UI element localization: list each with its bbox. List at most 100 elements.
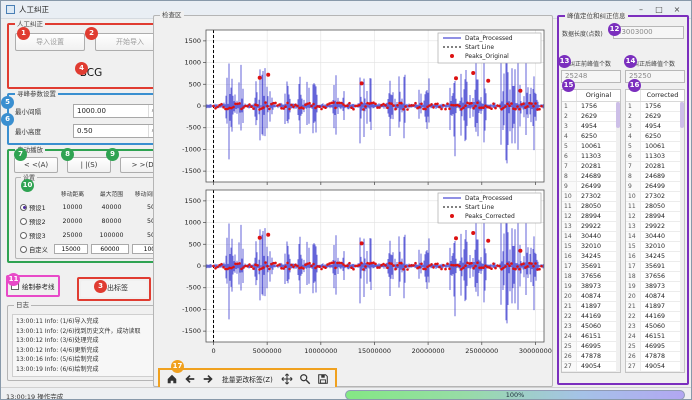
table-row[interactable]: 1128050 — [626, 202, 684, 212]
svg-text:1500: 1500 — [184, 37, 201, 45]
scrollbar-thumb[interactable] — [616, 102, 620, 128]
table-row[interactable]: 1938973 — [562, 282, 620, 292]
table-row[interactable]: 2546995 — [562, 342, 620, 352]
corrected-peaks-table[interactable]: Corrected1175622629349544625051006161130… — [625, 89, 685, 373]
table-scrollbar[interactable] — [680, 102, 684, 372]
table-row[interactable]: 611303 — [626, 152, 684, 162]
table-row[interactable]: 2749054 — [562, 362, 620, 372]
table-row[interactable]: 2749054 — [626, 362, 684, 372]
table-row[interactable]: 1329922 — [562, 222, 620, 232]
table-row[interactable]: 510061 — [626, 142, 684, 152]
table-row[interactable]: 1027302 — [626, 192, 684, 202]
table-row[interactable]: 1430440 — [626, 232, 684, 242]
table-row[interactable]: 1430440 — [562, 232, 620, 242]
table-row[interactable]: 1634245 — [562, 252, 620, 262]
back-arrow-icon[interactable] — [183, 372, 197, 386]
table-row[interactable]: 1532010 — [626, 242, 684, 252]
min-height-value[interactable]: 0.50 — [74, 125, 148, 137]
table-row[interactable]: 11756 — [562, 102, 620, 112]
radio-icon[interactable] — [20, 204, 27, 211]
peak-value: 40874 — [641, 292, 684, 301]
table-row[interactable]: 2141897 — [626, 302, 684, 312]
table-row[interactable]: 1735691 — [562, 262, 620, 272]
table-row[interactable]: 34954 — [626, 122, 684, 132]
plots-svg[interactable]: 150010005000-500-1000-1500Data_Processed… — [156, 24, 552, 364]
table-row[interactable]: 720281 — [562, 162, 620, 172]
preset-radio-row[interactable]: 预设2 — [18, 217, 54, 226]
table-row[interactable]: 2040874 — [562, 292, 620, 302]
table-row[interactable]: 1228994 — [562, 212, 620, 222]
table-row[interactable]: 1228994 — [626, 212, 684, 222]
table-row[interactable]: 2141897 — [562, 302, 620, 312]
table-row[interactable]: 1532010 — [562, 242, 620, 252]
peak-value: 6250 — [641, 132, 684, 141]
table-row[interactable]: 2244169 — [562, 312, 620, 322]
minimize-button[interactable]: – — [632, 5, 650, 14]
table-row[interactable]: 34954 — [562, 122, 620, 132]
table-row[interactable]: 2446151 — [562, 332, 620, 342]
log-entry: 13:00:12 Info: (4/6)更新完成 — [16, 346, 166, 356]
zoom-icon[interactable] — [298, 372, 312, 386]
pan-icon[interactable] — [280, 372, 294, 386]
table-row[interactable]: 1329922 — [626, 222, 684, 232]
annotation-marker-7: 7 — [14, 148, 27, 161]
table-scrollbar[interactable] — [616, 102, 620, 372]
table-row[interactable]: 2244169 — [626, 312, 684, 322]
table-row[interactable]: 1837656 — [626, 272, 684, 282]
table-row[interactable]: 2446151 — [626, 332, 684, 342]
radio-icon[interactable] — [20, 246, 27, 253]
svg-text:1000: 1000 — [184, 59, 201, 67]
table-row[interactable]: 2546995 — [626, 342, 684, 352]
svg-text:-1500: -1500 — [182, 167, 201, 175]
table-row[interactable]: 824689 — [562, 172, 620, 182]
batch-edit-labels-button[interactable]: 批量更改标签(Z) — [219, 372, 276, 386]
plot-canvas[interactable]: 150010005000-500-1000-1500Data_Processed… — [156, 24, 552, 364]
preset-radio-row[interactable]: 预设3 — [18, 231, 54, 240]
table-row[interactable]: 46250 — [626, 132, 684, 142]
close-button[interactable]: × — [668, 5, 686, 14]
table-row[interactable]: 11756 — [626, 102, 684, 112]
table-row[interactable]: 2040874 — [626, 292, 684, 302]
table-row[interactable]: 2345060 — [562, 322, 620, 332]
radio-icon[interactable] — [20, 232, 27, 239]
radio-icon[interactable] — [20, 218, 27, 225]
row-index: 26 — [562, 352, 577, 361]
table-row[interactable]: 824689 — [626, 172, 684, 182]
table-row[interactable]: 1634245 — [626, 252, 684, 262]
table-row[interactable]: 1027302 — [562, 192, 620, 202]
table-row[interactable]: 1938973 — [626, 282, 684, 292]
min-interval-label: 最小间隔 — [15, 106, 73, 116]
table-row[interactable]: 1735691 — [626, 262, 684, 272]
table-row[interactable]: 926499 — [562, 182, 620, 192]
export-labels-button[interactable]: 导出标签 — [81, 281, 147, 297]
table-row[interactable]: 22629 — [626, 112, 684, 122]
pause-button[interactable]: | |(S) — [67, 157, 111, 173]
scrollbar-thumb[interactable] — [680, 102, 684, 128]
table-row[interactable]: 611303 — [562, 152, 620, 162]
preset-radio-row[interactable]: 预设1 — [18, 203, 54, 212]
annotation-marker-12: 12 — [608, 23, 621, 36]
table-row[interactable]: 22629 — [562, 112, 620, 122]
table-row[interactable]: 720281 — [626, 162, 684, 172]
preset-value: 10000 — [54, 204, 91, 211]
peak-value: 34245 — [577, 252, 620, 261]
preset-custom-input[interactable] — [91, 244, 129, 254]
forward-arrow-icon[interactable] — [201, 372, 215, 386]
home-icon[interactable] — [165, 372, 179, 386]
min-interval-value[interactable]: 1000.00 — [74, 105, 148, 117]
table-row[interactable]: 2647878 — [626, 352, 684, 362]
table-row[interactable]: 2345060 — [626, 322, 684, 332]
row-index: 1 — [626, 102, 641, 111]
preset-radio-row[interactable]: 自定义 — [18, 245, 54, 254]
original-peaks-table[interactable]: Original11756226293495446250510061611303… — [561, 89, 621, 373]
table-row[interactable]: 926499 — [626, 182, 684, 192]
table-row[interactable]: 2647878 — [562, 352, 620, 362]
log-list[interactable]: 13:00:11 Info: (1/6)导入完成13:00:11 Info: (… — [12, 314, 170, 377]
table-row[interactable]: 1128050 — [562, 202, 620, 212]
maximize-button[interactable]: □ — [650, 5, 668, 14]
table-row[interactable]: 1837656 — [562, 272, 620, 282]
table-row[interactable]: 510061 — [562, 142, 620, 152]
save-icon[interactable] — [316, 372, 330, 386]
table-row[interactable]: 46250 — [562, 132, 620, 142]
preset-custom-input[interactable] — [54, 244, 88, 254]
